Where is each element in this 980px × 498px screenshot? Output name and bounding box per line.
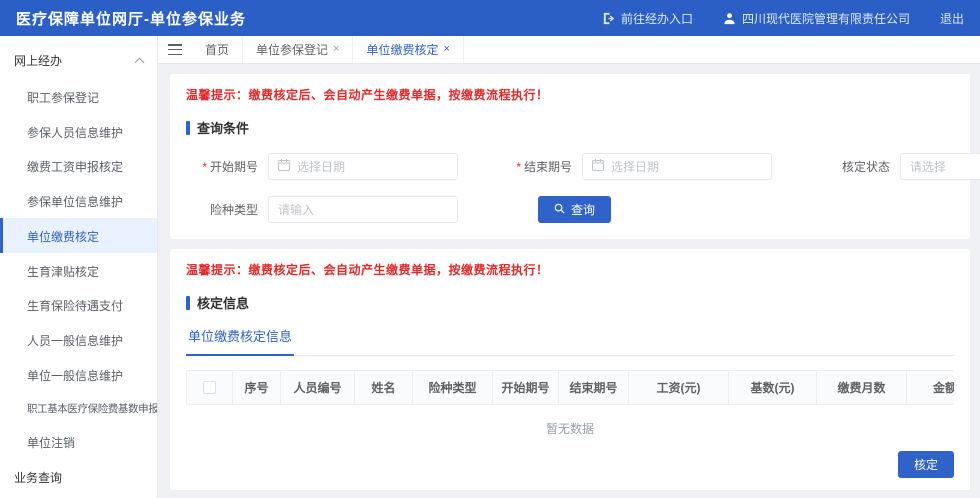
user-account[interactable]: 四川现代医院管理有限责任公司 <box>723 10 910 27</box>
search-button-label: 查询 <box>571 203 596 217</box>
tab-unit-register[interactable]: 单位参保登记 × <box>243 36 354 63</box>
collapse-caret-icon <box>134 57 145 67</box>
result-section-title: 核定信息 <box>186 293 954 312</box>
check-status-select[interactable]: 请选择 <box>900 153 980 180</box>
tab-unit-payment-check-label: 单位缴费核定 <box>366 43 439 57</box>
sidebar-item-employee-register[interactable]: 职工参保登记 <box>0 79 157 114</box>
col-months: 缴费月数 <box>817 371 907 404</box>
table-header-row: 序号 人员编号 姓名 险种类型 开始期号 结束期号 工资(元) 基数(元) 缴费… <box>186 370 954 405</box>
tab-home-label: 首页 <box>205 43 230 57</box>
end-period-input[interactable]: 选择日期 <box>582 153 772 180</box>
result-table: 序号 人员编号 姓名 险种类型 开始期号 结束期号 工资(元) 基数(元) 缴费… <box>186 370 954 441</box>
notice-text: 温馨提示：缴费核定后、会自动产生缴费单据，按缴费流程执行！ <box>186 88 549 102</box>
tab-home[interactable]: 首页 <box>192 36 244 63</box>
start-period-field: 开始期号 选择日期 <box>186 153 458 180</box>
sidebar-item-unit-general-info[interactable]: 单位一般信息维护 <box>0 357 157 392</box>
top-header: 医疗保障单位网厅-单位参保业务 前往经办入口 四川现代医院管理有限责任公司 退出 <box>0 0 980 36</box>
sidebar-item-unit-payment-check[interactable]: 单位缴费核定 <box>0 217 157 253</box>
confirm-button[interactable]: 核定 <box>897 451 954 478</box>
end-period-field: 结束期号 选择日期 <box>500 153 772 180</box>
col-name: 姓名 <box>355 371 413 404</box>
page-content: 温馨提示：缴费核定后、会自动产生缴费单据，按缴费流程执行！ 查询条件 开始期号 <box>158 64 980 498</box>
sidebar-item-maternity-allowance[interactable]: 生育津贴核定 <box>0 253 157 288</box>
section-bar-icon <box>186 120 190 135</box>
tab-unit-payment-check-info[interactable]: 单位缴费核定信息 <box>186 326 295 356</box>
tab-unit-register-label: 单位参保登记 <box>256 43 329 57</box>
sidebar-group-label: 网上经办 <box>14 54 63 68</box>
sidebar: 网上经办 职工参保登记 参保人员信息维护 缴费工资申报核定 参保单位信息维护 单… <box>0 36 158 498</box>
sidebar-item-unit-info[interactable]: 参保单位信息维护 <box>0 183 157 218</box>
insurance-type-placeholder: 请输入 <box>278 203 315 217</box>
empty-state: 暂无数据 <box>545 421 594 436</box>
result-sub-tabs: 单位缴费核定信息 <box>186 326 954 356</box>
col-ins-type: 险种类型 <box>413 371 493 404</box>
calendar-icon <box>592 159 604 174</box>
sidebar-item-medical-base-declare[interactable]: 职工基本医疗保险费基数申报 <box>0 391 157 424</box>
col-amount: 金额(元) <box>933 381 954 395</box>
sidebar-item-person-general-info[interactable]: 人员一般信息维护 <box>0 322 157 357</box>
insurance-type-input[interactable]: 请输入 <box>268 196 458 223</box>
page-title: 医疗保障单位网厅-单位参保业务 <box>16 10 246 28</box>
logout-button[interactable]: 退出 <box>940 10 964 27</box>
tab-bar: 首页 单位参保登记 × 单位缴费核定 × <box>158 36 980 64</box>
result-card: 温馨提示：缴费核定后、会自动产生缴费单据，按缴费流程执行！ 核定信息 单位缴费核… <box>170 249 970 490</box>
col-person-id: 人员编号 <box>281 371 355 404</box>
menu-fold-icon[interactable] <box>168 44 182 55</box>
sidebar-group-business-query[interactable]: 业务查询 <box>0 459 157 498</box>
col-index: 序号 <box>233 371 281 404</box>
sidebar-group-online[interactable]: 网上经办 <box>0 44 157 79</box>
insurance-type-field: 险种类型 请输入 <box>186 196 458 223</box>
portal-entry-label: 前往经办入口 <box>620 11 693 26</box>
start-period-label: 开始期号 <box>186 158 258 175</box>
search-button[interactable]: 查询 <box>538 196 612 223</box>
query-form: 开始期号 选择日期 结束期号 <box>186 153 980 223</box>
app-window: 医疗保障单位网厅-单位参保业务 前往经办入口 四川现代医院管理有限责任公司 退出… <box>0 0 980 498</box>
notice-text: 温馨提示：缴费核定后、会自动产生缴费单据，按缴费流程执行！ <box>186 263 549 277</box>
query-section-title: 查询条件 <box>186 118 954 137</box>
sidebar-item-unit-cancel[interactable]: 单位注销 <box>0 424 157 459</box>
result-section-title-label: 核定信息 <box>197 296 250 311</box>
check-status-field: 核定状态 请选择 <box>818 153 980 180</box>
col-start-period: 开始期号 <box>493 371 559 404</box>
query-section-title-label: 查询条件 <box>197 121 250 136</box>
check-status-label: 核定状态 <box>841 160 890 174</box>
close-icon[interactable]: × <box>443 44 449 55</box>
portal-entry-link[interactable]: 前往经办入口 <box>602 10 693 27</box>
col-base: 基数(元) <box>729 371 817 404</box>
end-period-placeholder: 选择日期 <box>611 160 660 174</box>
select-all-checkbox[interactable] <box>203 381 216 394</box>
end-period-label: 结束期号 <box>500 158 572 175</box>
company-name: 四川现代医院管理有限责任公司 <box>741 11 910 26</box>
start-period-input[interactable]: 选择日期 <box>268 153 458 180</box>
user-icon <box>723 12 736 25</box>
start-period-placeholder: 选择日期 <box>297 160 346 174</box>
check-status-value: 请选择 <box>910 160 947 174</box>
sidebar-item-salary-declare[interactable]: 缴费工资申报核定 <box>0 148 157 183</box>
section-bar-icon <box>186 295 190 310</box>
col-salary: 工资(元) <box>629 371 729 404</box>
search-icon <box>554 203 565 217</box>
col-end-period: 结束期号 <box>559 371 629 404</box>
sidebar-item-person-info[interactable]: 参保人员信息维护 <box>0 114 157 149</box>
exit-door-icon <box>602 12 615 25</box>
tab-unit-payment-check[interactable]: 单位缴费核定 × <box>353 36 464 63</box>
sidebar-item-maternity-benefit[interactable]: 生育保险待遇支付 <box>0 287 157 322</box>
close-icon[interactable]: × <box>333 44 339 55</box>
query-card: 温馨提示：缴费核定后、会自动产生缴费单据，按缴费流程执行！ 查询条件 开始期号 <box>170 74 980 239</box>
insurance-type-label: 险种类型 <box>209 203 258 217</box>
calendar-icon <box>278 159 290 174</box>
select-all-cell <box>187 371 233 404</box>
